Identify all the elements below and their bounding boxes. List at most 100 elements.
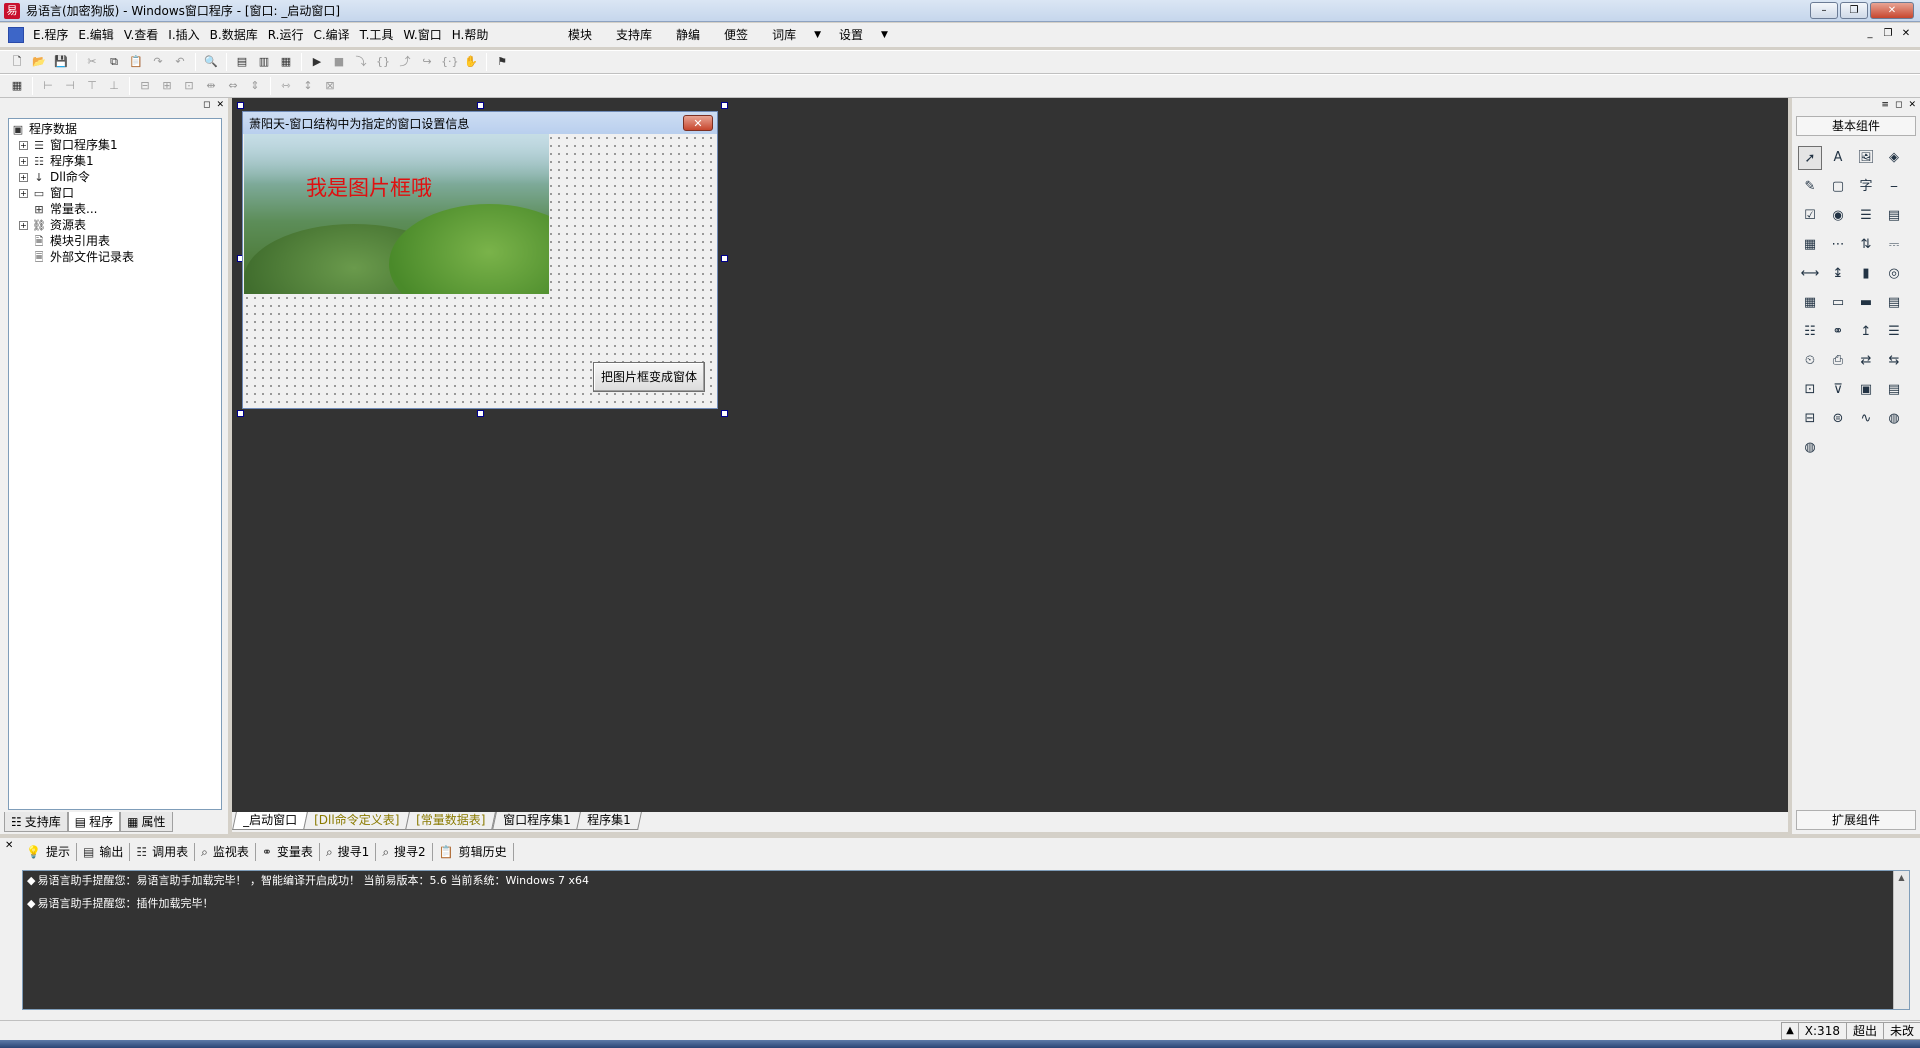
tree-item-dll[interactable]: + ↓ Dll命令 xyxy=(11,169,219,185)
menu-notes[interactable]: 便签 xyxy=(712,23,760,47)
printer-icon[interactable]: ⎙ xyxy=(1826,349,1850,373)
client-icon[interactable]: ⇄ xyxy=(1854,349,1878,373)
resize-handle[interactable] xyxy=(721,255,728,262)
stop-icon[interactable]: ■ xyxy=(331,54,347,70)
resize-handle[interactable] xyxy=(477,102,484,109)
panel-close-icon[interactable]: ✕ xyxy=(1908,100,1916,110)
tab-clip-history[interactable]: 📋 剪辑历史 xyxy=(433,843,514,861)
tab-startup-window[interactable]: _启动窗口 xyxy=(232,812,308,830)
filter-icon[interactable]: ⊽ xyxy=(1826,378,1850,402)
tree-item-window-assembly[interactable]: + ☰ 窗口程序集1 xyxy=(11,137,219,153)
run-icon[interactable]: ▶ xyxy=(309,54,325,70)
align-left-icon[interactable]: ⊢ xyxy=(40,78,56,94)
menu-edit[interactable]: E.编辑 xyxy=(73,23,118,47)
frame-icon[interactable]: ▭ xyxy=(1826,291,1850,315)
tab-variables[interactable]: ⚭ 变量表 xyxy=(256,843,320,861)
form-close-icon[interactable]: ✕ xyxy=(683,115,713,131)
hand-icon[interactable]: ✋ xyxy=(463,54,479,70)
cut-icon[interactable]: ✂ xyxy=(84,54,100,70)
project-tree[interactable]: ▣ 程序数据 + ☰ 窗口程序集1 + ☷ 程序集1 + ↓ Dll命令 + ▭… xyxy=(8,118,222,810)
camera-icon[interactable]: ◎ xyxy=(1882,262,1906,286)
tab-properties[interactable]: ▦ 属性 xyxy=(120,812,173,832)
scroll-up-icon[interactable]: ▲ xyxy=(1894,871,1909,885)
curve-icon[interactable]: ∿ xyxy=(1854,407,1878,431)
text-icon[interactable]: 字 xyxy=(1854,175,1878,199)
step-over-icon[interactable]: {} xyxy=(375,54,391,70)
align-bottom-icon[interactable]: ⊥ xyxy=(106,78,122,94)
minimize-button[interactable]: – xyxy=(1810,2,1838,19)
tab-support-lib[interactable]: ☷ 支持库 xyxy=(4,812,68,832)
space-even-icon[interactable]: ⇔ xyxy=(225,78,241,94)
center-h-icon[interactable]: ⇿ xyxy=(278,78,294,94)
convert-picture-button[interactable]: 把图片框变成窗体 xyxy=(593,362,705,392)
align-top-icon[interactable]: ⊤ xyxy=(84,78,100,94)
center-v-icon[interactable]: ↕ xyxy=(300,78,316,94)
panel-pin-icon[interactable]: ◻ xyxy=(203,100,210,110)
app-logo-icon[interactable]: 易 xyxy=(4,2,20,19)
menu-support-lib[interactable]: 支持库 xyxy=(604,23,664,47)
folder-icon[interactable]: ▬ xyxy=(1854,291,1878,315)
menu-static-compile[interactable]: 静编 xyxy=(664,23,712,47)
output-close-icon[interactable]: ✕ xyxy=(5,840,13,851)
edit-icon[interactable]: ✎ xyxy=(1798,175,1822,199)
menu-view[interactable]: V.查看 xyxy=(119,23,163,47)
menu-program[interactable]: E.程序 xyxy=(28,23,73,47)
picture-box[interactable]: 我是图片框哦 xyxy=(244,134,549,294)
new-file-icon[interactable]: 🗋 xyxy=(9,54,25,70)
menu-compile[interactable]: C.编译 xyxy=(308,23,354,47)
align-center-icon[interactable]: ⊣ xyxy=(62,78,78,94)
open-folder-icon[interactable]: 📂 xyxy=(31,54,47,70)
status-arrow-icon[interactable]: ▲ xyxy=(1781,1022,1798,1040)
menu-help[interactable]: H.帮助 xyxy=(447,23,494,47)
slider-icon[interactable]: ⎓ xyxy=(1882,233,1906,257)
line-icon[interactable]: ⎯ xyxy=(1882,175,1906,199)
grid-icon[interactable]: ▦ xyxy=(1798,233,1822,257)
layout-left-icon[interactable]: ▤ xyxy=(234,54,250,70)
resize-handle[interactable] xyxy=(721,102,728,109)
scroll-icon[interactable]: ⇅ xyxy=(1854,233,1878,257)
pointer-icon[interactable]: ➚ xyxy=(1798,146,1822,170)
tab-dll-commands[interactable]: [Dll命令定义表] xyxy=(303,812,411,830)
tree-item-program-data[interactable]: ▣ 程序数据 xyxy=(11,121,219,137)
tree-item-window[interactable]: + ▭ 窗口 xyxy=(11,185,219,201)
resize-handle[interactable] xyxy=(237,410,244,417)
step-into-icon[interactable]: ⤵ xyxy=(353,54,369,70)
restore-button[interactable]: ❐ xyxy=(1840,2,1868,19)
expand-icon[interactable]: + xyxy=(19,156,28,166)
hscroll-icon[interactable]: ⟷ xyxy=(1798,262,1822,286)
resize-handle[interactable] xyxy=(237,102,244,109)
report-icon[interactable]: ▤ xyxy=(1882,378,1906,402)
output-area[interactable]: ◆ 易语言助手提醒您：易语言助手加载完毕！ ，智能编译开启成功！ 当前易版本：5.… xyxy=(22,870,1910,1010)
tab-window-assembly[interactable]: 窗口程序集1 xyxy=(491,812,582,830)
lock-icon[interactable]: ⊠ xyxy=(322,78,338,94)
ruler-icon[interactable]: ⋯ xyxy=(1826,233,1850,257)
panel-icon[interactable]: ▣ xyxy=(1854,378,1878,402)
output-scrollbar[interactable]: ▲ xyxy=(1893,871,1909,1009)
dictionary-dropdown-icon[interactable]: ▼ xyxy=(808,30,827,40)
tree-item-resources[interactable]: + ⛓ 资源表 xyxy=(11,217,219,233)
menu-settings[interactable]: 设置 xyxy=(827,23,875,47)
picture-box-icon[interactable]: 🖼 xyxy=(1854,146,1878,170)
vscroll-icon[interactable]: ↨ xyxy=(1826,262,1850,286)
radio-icon[interactable]: ◉ xyxy=(1826,204,1850,228)
breakpoint-icon[interactable]: {·} xyxy=(441,54,459,70)
find-icon[interactable]: 🔍 xyxy=(203,54,219,70)
menu-tools[interactable]: T.工具 xyxy=(355,23,399,47)
groupbox-icon[interactable]: ▢ xyxy=(1826,175,1850,199)
same-size-icon[interactable]: ⊡ xyxy=(181,78,197,94)
resize-handle[interactable] xyxy=(477,410,484,417)
close-button[interactable]: ✕ xyxy=(1870,2,1914,19)
save-icon[interactable]: 💾 xyxy=(53,54,69,70)
panel-close-icon[interactable]: ✕ xyxy=(216,100,224,110)
tab-constants[interactable]: [常量数据表] xyxy=(405,812,497,830)
grid-icon[interactable]: ▦ xyxy=(9,78,25,94)
space-h-icon[interactable]: ⇹ xyxy=(203,78,219,94)
step-out-icon[interactable]: ⤴ xyxy=(397,54,413,70)
same-width-icon[interactable]: ⊟ xyxy=(137,78,153,94)
copy-icon[interactable]: ⧉ xyxy=(106,54,122,70)
tab-program[interactable]: ▤ 程序 xyxy=(67,812,121,832)
tab-output[interactable]: ▤ 输出 xyxy=(77,843,131,861)
menu-insert[interactable]: I.插入 xyxy=(163,23,204,47)
expand-icon[interactable]: + xyxy=(19,220,28,230)
same-height-icon[interactable]: ⊞ xyxy=(159,78,175,94)
